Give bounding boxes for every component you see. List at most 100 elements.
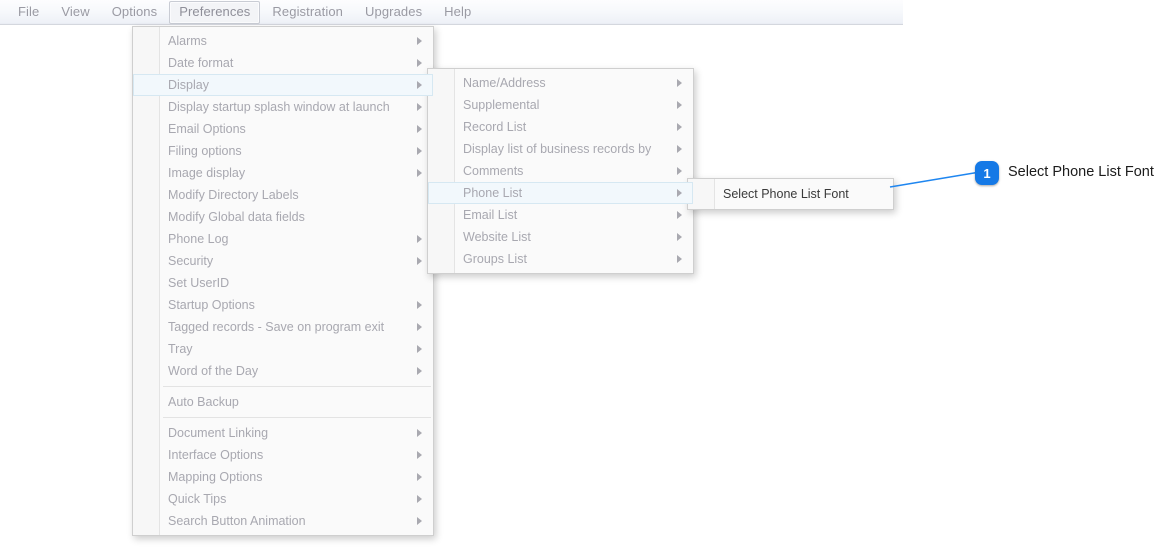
menu-separator bbox=[163, 417, 431, 418]
menu-item-email-options[interactable]: Email Options bbox=[133, 118, 433, 140]
menubar-item-help[interactable]: Help bbox=[434, 1, 481, 24]
callout-badge-1: 1 bbox=[975, 161, 999, 185]
menu-item-auto-backup[interactable]: Auto Backup bbox=[133, 391, 433, 413]
display-submenu: Name/Address Supplemental Record List Displ… bbox=[427, 68, 694, 274]
menu-separator bbox=[163, 386, 431, 387]
menu-item-label: Display list of business records by bbox=[463, 142, 652, 156]
menu-item-label: Modify Directory Labels bbox=[168, 188, 299, 202]
menu-item-label: Set UserID bbox=[168, 276, 230, 290]
menu-item-modify-global-data-fields[interactable]: Modify Global data fields bbox=[133, 206, 433, 228]
menu-item-label: Alarms bbox=[168, 34, 207, 48]
menu-item-alarms[interactable]: Alarms bbox=[133, 30, 433, 52]
menu-item-name-address[interactable]: Name/Address bbox=[428, 72, 693, 94]
submenu-arrow-icon bbox=[417, 257, 422, 265]
menu-item-set-userid[interactable]: Set UserID bbox=[133, 272, 433, 294]
submenu-arrow-icon bbox=[677, 145, 682, 153]
menu-item-label: Security bbox=[168, 254, 214, 268]
submenu-arrow-icon bbox=[417, 125, 422, 133]
menu-item-label: Display startup splash window at launch bbox=[168, 100, 390, 114]
submenu-arrow-icon bbox=[417, 235, 422, 243]
menu-item-label: Modify Global data fields bbox=[168, 210, 305, 224]
menu-item-label: Image display bbox=[168, 166, 246, 180]
submenu-arrow-icon bbox=[417, 473, 422, 481]
submenu-arrow-icon bbox=[417, 451, 422, 459]
menubar-item-preferences[interactable]: Preferences bbox=[169, 0, 261, 24]
callout-label-1: Select Phone List Font bbox=[1008, 164, 1154, 180]
menu-item-groups-list[interactable]: Groups List bbox=[428, 248, 693, 270]
menu-item-label: Search Button Animation bbox=[168, 514, 306, 528]
submenu-arrow-icon bbox=[677, 79, 682, 87]
menu-item-security[interactable]: Security bbox=[133, 250, 433, 272]
menu-item-label: Mapping Options bbox=[168, 470, 263, 484]
menu-item-supplemental[interactable]: Supplemental bbox=[428, 94, 693, 116]
menu-item-date-format[interactable]: Date format bbox=[133, 52, 433, 74]
menu-item-tray[interactable]: Tray bbox=[133, 338, 433, 360]
submenu-arrow-icon bbox=[417, 429, 422, 437]
phone-list-submenu: Select Phone List Font bbox=[687, 178, 894, 210]
menubar-item-file[interactable]: File bbox=[8, 1, 49, 24]
menu-item-label: Tagged records - Save on program exit bbox=[168, 320, 385, 334]
screen: File View Options Preferences Registration Up… bbox=[0, 0, 1155, 549]
menu-item-modify-directory-labels[interactable]: Modify Directory Labels bbox=[133, 184, 433, 206]
menu-item-comments[interactable]: Comments bbox=[428, 160, 693, 182]
menu-item-display-startup-splash-window-at-launch[interactable]: Display startup splash window at launch bbox=[133, 96, 433, 118]
submenu-arrow-icon bbox=[677, 255, 682, 263]
submenu-arrow-icon bbox=[677, 101, 682, 109]
menu-item-label: Supplemental bbox=[463, 98, 540, 112]
menu-item-mapping-options[interactable]: Mapping Options bbox=[133, 466, 433, 488]
menu-item-label: Comments bbox=[463, 164, 524, 178]
menu-item-record-list[interactable]: Record List bbox=[428, 116, 693, 138]
menu-item-label: Date format bbox=[168, 56, 234, 70]
submenu-arrow-icon bbox=[417, 345, 422, 353]
menu-item-startup-options[interactable]: Startup Options bbox=[133, 294, 433, 316]
menu-item-phone-log[interactable]: Phone Log bbox=[133, 228, 433, 250]
submenu-arrow-icon bbox=[677, 233, 682, 241]
menu-item-label: Groups List bbox=[463, 252, 527, 266]
submenu-arrow-icon bbox=[677, 211, 682, 219]
menubar-item-registration[interactable]: Registration bbox=[262, 1, 353, 24]
menubar-item-view[interactable]: View bbox=[51, 1, 99, 24]
menu-item-label: Email List bbox=[463, 208, 518, 222]
menu-item-select-phone-list-font[interactable]: Select Phone List Font bbox=[688, 182, 893, 206]
menubar-item-options[interactable]: Options bbox=[102, 1, 168, 24]
menu-item-label: Name/Address bbox=[463, 76, 546, 90]
submenu-arrow-icon bbox=[677, 167, 682, 175]
submenu-arrow-icon bbox=[417, 59, 422, 67]
menu-item-email-list[interactable]: Email List bbox=[428, 204, 693, 226]
submenu-arrow-icon bbox=[677, 123, 682, 131]
menu-item-filing-options[interactable]: Filing options bbox=[133, 140, 433, 162]
menu-item-word-of-the-day[interactable]: Word of the Day bbox=[133, 360, 433, 382]
menu-item-label: Quick Tips bbox=[168, 492, 227, 506]
menu-item-label: Word of the Day bbox=[168, 364, 259, 378]
menu-item-search-button-animation[interactable]: Search Button Animation bbox=[133, 510, 433, 532]
menu-item-label: Select Phone List Font bbox=[723, 187, 849, 201]
menu-item-image-display[interactable]: Image display bbox=[133, 162, 433, 184]
menu-item-interface-options[interactable]: Interface Options bbox=[133, 444, 433, 466]
menu-item-website-list[interactable]: Website List bbox=[428, 226, 693, 248]
menu-item-display-list-of-business-records-by[interactable]: Display list of business records by bbox=[428, 138, 693, 160]
menu-item-phone-list[interactable]: Phone List bbox=[428, 182, 693, 204]
menubar-item-upgrades[interactable]: Upgrades bbox=[355, 1, 432, 24]
menu-item-label: Display bbox=[168, 78, 209, 92]
menu-item-label: Phone Log bbox=[168, 232, 229, 246]
callout-leader-line bbox=[889, 170, 987, 188]
menu-item-quick-tips[interactable]: Quick Tips bbox=[133, 488, 433, 510]
submenu-arrow-icon bbox=[417, 147, 422, 155]
menu-item-tagged-records-save-on-program-exit[interactable]: Tagged records - Save on program exit bbox=[133, 316, 433, 338]
callout-badge-number: 1 bbox=[983, 165, 991, 181]
menu-item-display[interactable]: Display bbox=[133, 74, 433, 96]
submenu-arrow-icon bbox=[417, 301, 422, 309]
submenu-arrow-icon bbox=[417, 37, 422, 45]
submenu-arrow-icon bbox=[417, 169, 422, 177]
menu-item-label: Record List bbox=[463, 120, 527, 134]
menu-item-label: Website List bbox=[463, 230, 531, 244]
menu-item-label: Phone List bbox=[463, 186, 523, 200]
submenu-arrow-icon bbox=[417, 367, 422, 375]
menu-item-label: Email Options bbox=[168, 122, 246, 136]
submenu-arrow-icon bbox=[677, 189, 682, 197]
menu-item-document-linking[interactable]: Document Linking bbox=[133, 422, 433, 444]
menu-item-label: Interface Options bbox=[168, 448, 264, 462]
menu-item-label: Startup Options bbox=[168, 298, 255, 312]
submenu-arrow-icon bbox=[417, 81, 422, 89]
submenu-arrow-icon bbox=[417, 517, 422, 525]
